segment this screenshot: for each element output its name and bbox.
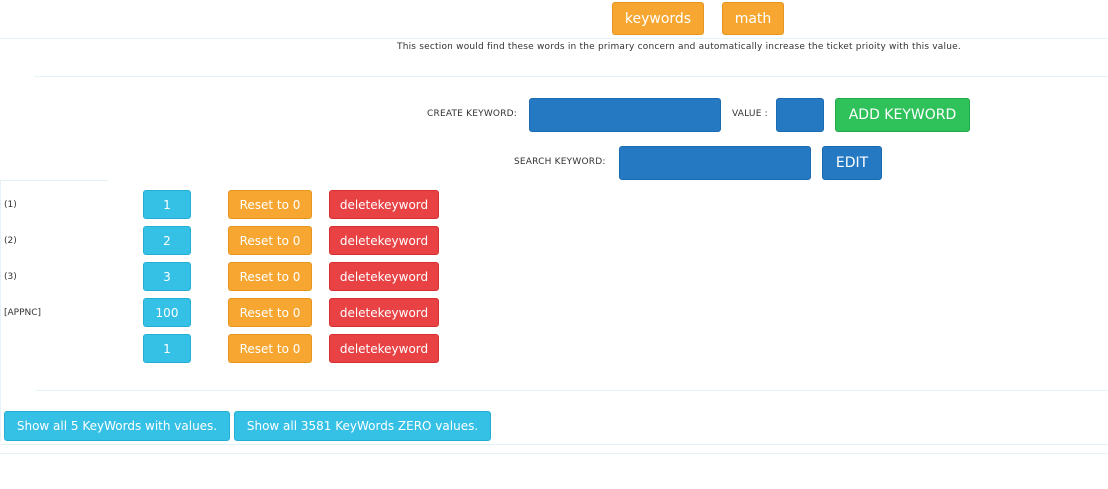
search-keyword-input[interactable] (619, 146, 811, 180)
edit-button[interactable]: EDIT (822, 146, 882, 180)
delete-keyword-button-label: deletekeyword (339, 197, 429, 212)
delete-keyword-button-label: deletekeyword (339, 269, 429, 284)
show-keywords-with-values-label: Show all 5 KeyWords with values. (16, 419, 218, 433)
tab-math-label: math (734, 10, 772, 27)
row-value-label: 1 (163, 197, 171, 212)
footer-divider-2 (0, 453, 1108, 454)
value-input[interactable] (776, 98, 824, 132)
row-value-button[interactable]: 100 (143, 298, 191, 327)
tab-keywords[interactable]: keywords (612, 2, 704, 35)
row-value-button[interactable]: 3 (143, 262, 191, 291)
row-value-button[interactable]: 2 (143, 226, 191, 255)
reset-button-label: Reset to 0 (239, 305, 301, 320)
delete-keyword-button[interactable]: deletekeyword (329, 298, 439, 327)
show-keywords-zero-values-label: Show all 3581 KeyWords ZERO values. (246, 419, 479, 433)
row-value-label: 2 (163, 233, 171, 248)
footer-divider-1 (0, 444, 1108, 445)
row-keyword: (2) (4, 236, 17, 246)
reset-button[interactable]: Reset to 0 (228, 226, 312, 255)
delete-keyword-button-label: deletekeyword (339, 341, 429, 356)
row-value-label: 3 (163, 269, 171, 284)
section-description: This section would find these words in t… (397, 42, 961, 52)
create-keyword-label: CREATE KEYWORD: (427, 109, 518, 119)
value-label: VALUE : (732, 109, 768, 119)
reset-button[interactable]: Reset to 0 (228, 334, 312, 363)
delete-keyword-button-label: deletekeyword (339, 233, 429, 248)
row-keyword: (3) (4, 272, 17, 282)
tab-keywords-label: keywords (624, 10, 692, 27)
reset-button[interactable]: Reset to 0 (228, 262, 312, 291)
table-bottom-divider (36, 390, 1108, 391)
reset-button-label: Reset to 0 (239, 233, 301, 248)
delete-keyword-button[interactable]: deletekeyword (329, 190, 439, 219)
reset-button-label: Reset to 0 (239, 269, 301, 284)
row-value-button[interactable]: 1 (143, 190, 191, 219)
tab-math[interactable]: math (722, 2, 784, 35)
reset-button-label: Reset to 0 (239, 341, 301, 356)
search-keyword-label: SEARCH KEYWORD: (514, 157, 606, 167)
row-value-label: 1 (163, 341, 171, 356)
edit-button-label: EDIT (835, 155, 869, 171)
top-divider (0, 38, 1108, 39)
delete-keyword-button-label: deletekeyword (339, 305, 429, 320)
show-keywords-zero-values-button[interactable]: Show all 3581 KeyWords ZERO values. (234, 411, 491, 441)
row-keyword: (1) (4, 200, 17, 210)
delete-keyword-button[interactable]: deletekeyword (329, 226, 439, 255)
row-keyword: [APPNC] (4, 308, 42, 318)
reset-button-label: Reset to 0 (239, 197, 301, 212)
table-top-divider (0, 180, 108, 181)
row-value-button[interactable]: 1 (143, 334, 191, 363)
description-divider (34, 76, 1108, 77)
reset-button[interactable]: Reset to 0 (228, 190, 312, 219)
delete-keyword-button[interactable]: deletekeyword (329, 334, 439, 363)
reset-button[interactable]: Reset to 0 (228, 298, 312, 327)
add-keyword-button[interactable]: ADD KEYWORD (835, 98, 970, 132)
show-keywords-with-values-button[interactable]: Show all 5 KeyWords with values. (4, 411, 230, 441)
create-keyword-input[interactable] (529, 98, 721, 132)
table-left-border (0, 180, 1, 442)
add-keyword-button-label: ADD KEYWORD (848, 107, 957, 123)
row-value-label: 100 (155, 305, 179, 320)
delete-keyword-button[interactable]: deletekeyword (329, 262, 439, 291)
